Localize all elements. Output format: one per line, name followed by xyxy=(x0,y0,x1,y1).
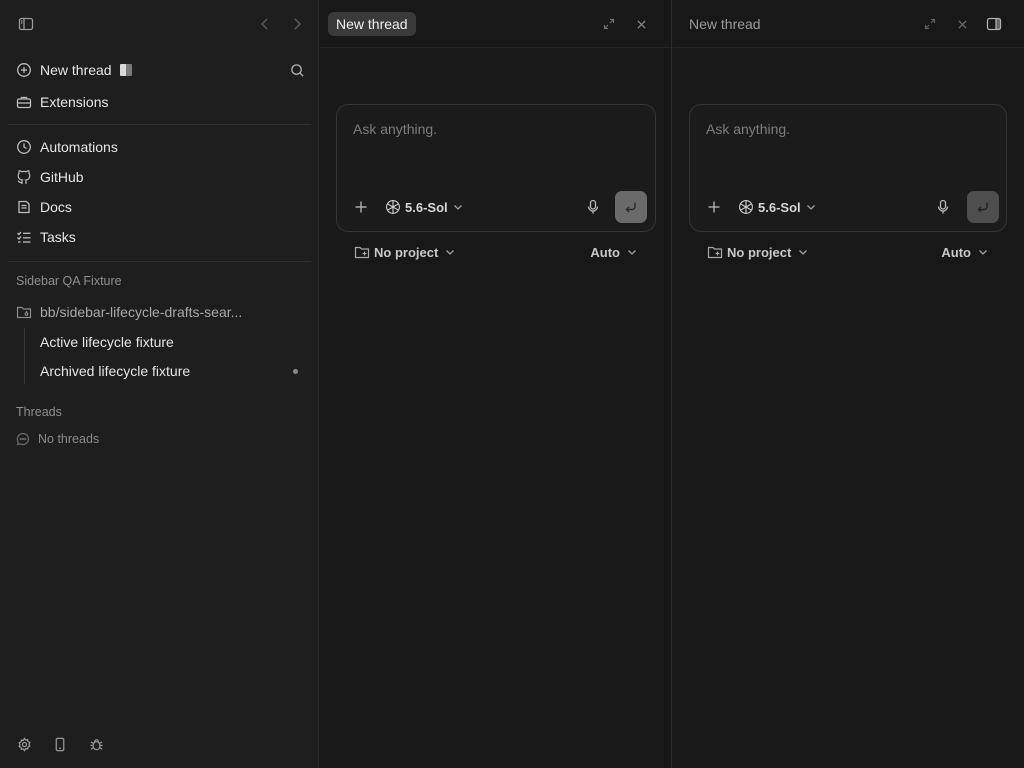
settings-icon[interactable] xyxy=(13,733,35,755)
sidebar: New thread Extensions Automations GitHub… xyxy=(0,0,319,768)
chevron-down-icon xyxy=(977,246,989,258)
send-arrow-icon xyxy=(624,200,638,214)
project-thread-item[interactable]: Active lifecycle fixture xyxy=(40,329,308,355)
composer-input[interactable]: Ask anything. xyxy=(353,121,437,137)
no-threads-label: No threads xyxy=(38,432,100,446)
microphone-icon[interactable] xyxy=(933,197,953,217)
no-threads-placeholder: No threads xyxy=(16,430,99,448)
toggle-sidebar-icon[interactable] xyxy=(15,13,37,35)
tasks-icon xyxy=(16,229,32,245)
sidebar-item-label: Automations xyxy=(40,139,118,155)
clock-icon xyxy=(16,139,32,155)
project-thread-label: Archived lifecycle fixture xyxy=(40,363,191,379)
plus-circle-icon xyxy=(16,62,32,78)
extensions-button[interactable]: Extensions xyxy=(8,87,311,117)
github-icon xyxy=(16,169,32,185)
model-selector[interactable]: 5.6-Sol xyxy=(738,197,817,217)
openai-logo-icon xyxy=(738,199,754,215)
sidebar-item-docs[interactable]: Docs xyxy=(8,192,311,222)
folder-add-icon xyxy=(707,244,723,260)
mobile-device-icon[interactable] xyxy=(49,733,71,755)
add-attachment-icon[interactable] xyxy=(704,197,724,217)
send-button[interactable] xyxy=(615,191,647,223)
forward-icon[interactable] xyxy=(286,13,308,35)
sidebar-divider xyxy=(8,124,311,125)
mode-label: Auto xyxy=(941,244,971,260)
chevron-down-icon xyxy=(805,201,817,213)
toolbox-icon xyxy=(16,94,32,110)
toggle-right-panel-icon[interactable] xyxy=(983,13,1005,35)
sidebar-item-github[interactable]: GitHub xyxy=(8,162,311,192)
sidebar-item-label: Tasks xyxy=(40,229,76,245)
project-thread-item[interactable]: Archived lifecycle fixture xyxy=(40,358,308,384)
microphone-icon[interactable] xyxy=(583,197,603,217)
pane-header: New thread xyxy=(673,0,1024,48)
project-selector[interactable]: No project xyxy=(707,242,809,262)
sidebar-header xyxy=(0,0,319,48)
close-icon[interactable] xyxy=(630,13,652,35)
sidebar-item-tasks[interactable]: Tasks xyxy=(8,222,311,252)
project-thread-label: Active lifecycle fixture xyxy=(40,334,174,350)
folder-git-icon xyxy=(16,304,32,320)
mode-selector[interactable]: Auto xyxy=(590,242,638,262)
new-thread-label: New thread xyxy=(40,62,112,78)
threads-section-label: Threads xyxy=(16,405,62,419)
chevron-down-icon xyxy=(444,246,456,258)
tab-new-thread[interactable]: New thread xyxy=(328,12,416,36)
sidebar-item-automations[interactable]: Automations xyxy=(8,132,311,162)
project-folder[interactable]: bb/sidebar-lifecycle-drafts-sear... xyxy=(8,298,311,326)
sidebar-footer xyxy=(0,720,319,768)
new-thread-button[interactable]: New thread xyxy=(8,55,311,85)
sidebar-divider xyxy=(8,261,311,262)
chevron-down-icon xyxy=(626,246,638,258)
mode-selector[interactable]: Auto xyxy=(941,242,989,262)
send-arrow-icon xyxy=(976,200,990,214)
sidebar-item-label: Docs xyxy=(40,199,72,215)
openai-logo-icon xyxy=(385,199,401,215)
sidebar-item-label: GitHub xyxy=(40,169,84,185)
model-selector[interactable]: 5.6-Sol xyxy=(385,197,464,217)
project-section-label: Sidebar QA Fixture xyxy=(16,274,122,288)
composer-input[interactable]: Ask anything. xyxy=(706,121,790,137)
pane-header: New thread xyxy=(320,0,671,48)
chevron-down-icon xyxy=(797,246,809,258)
model-label: 5.6-Sol xyxy=(405,199,448,215)
search-icon[interactable] xyxy=(286,59,308,81)
expand-icon[interactable] xyxy=(598,13,620,35)
send-button[interactable] xyxy=(967,191,999,223)
tab-new-thread[interactable]: New thread xyxy=(689,14,761,34)
expand-icon[interactable] xyxy=(919,13,941,35)
composer: Ask anything. 5.6-Sol xyxy=(336,104,656,232)
extensions-label: Extensions xyxy=(40,94,109,110)
composer-footer: No project Auto xyxy=(336,242,656,262)
project-label: No project xyxy=(374,244,439,260)
chat-bubble-icon xyxy=(16,432,30,446)
new-thread-badge-icon xyxy=(119,64,132,76)
docs-icon xyxy=(16,199,32,215)
project-path: bb/sidebar-lifecycle-drafts-sear... xyxy=(40,304,243,320)
add-attachment-icon[interactable] xyxy=(351,197,371,217)
bug-icon[interactable] xyxy=(85,733,107,755)
chevron-down-icon xyxy=(452,201,464,213)
back-icon[interactable] xyxy=(254,13,276,35)
composer: Ask anything. 5.6-Sol xyxy=(689,104,1007,232)
composer-footer: No project Auto xyxy=(689,242,1007,262)
mode-label: Auto xyxy=(590,244,620,260)
thread-pane: New thread Ask anything. 5.6-Sol No proj… xyxy=(673,0,1024,768)
close-icon[interactable] xyxy=(951,13,973,35)
project-label: No project xyxy=(727,244,792,260)
thread-pane: New thread Ask anything. 5.6-Sol No proj… xyxy=(320,0,672,768)
folder-add-icon xyxy=(354,244,370,260)
project-selector[interactable]: No project xyxy=(354,242,456,262)
tree-line xyxy=(24,328,25,384)
model-label: 5.6-Sol xyxy=(758,199,801,215)
unread-dot xyxy=(293,369,298,374)
